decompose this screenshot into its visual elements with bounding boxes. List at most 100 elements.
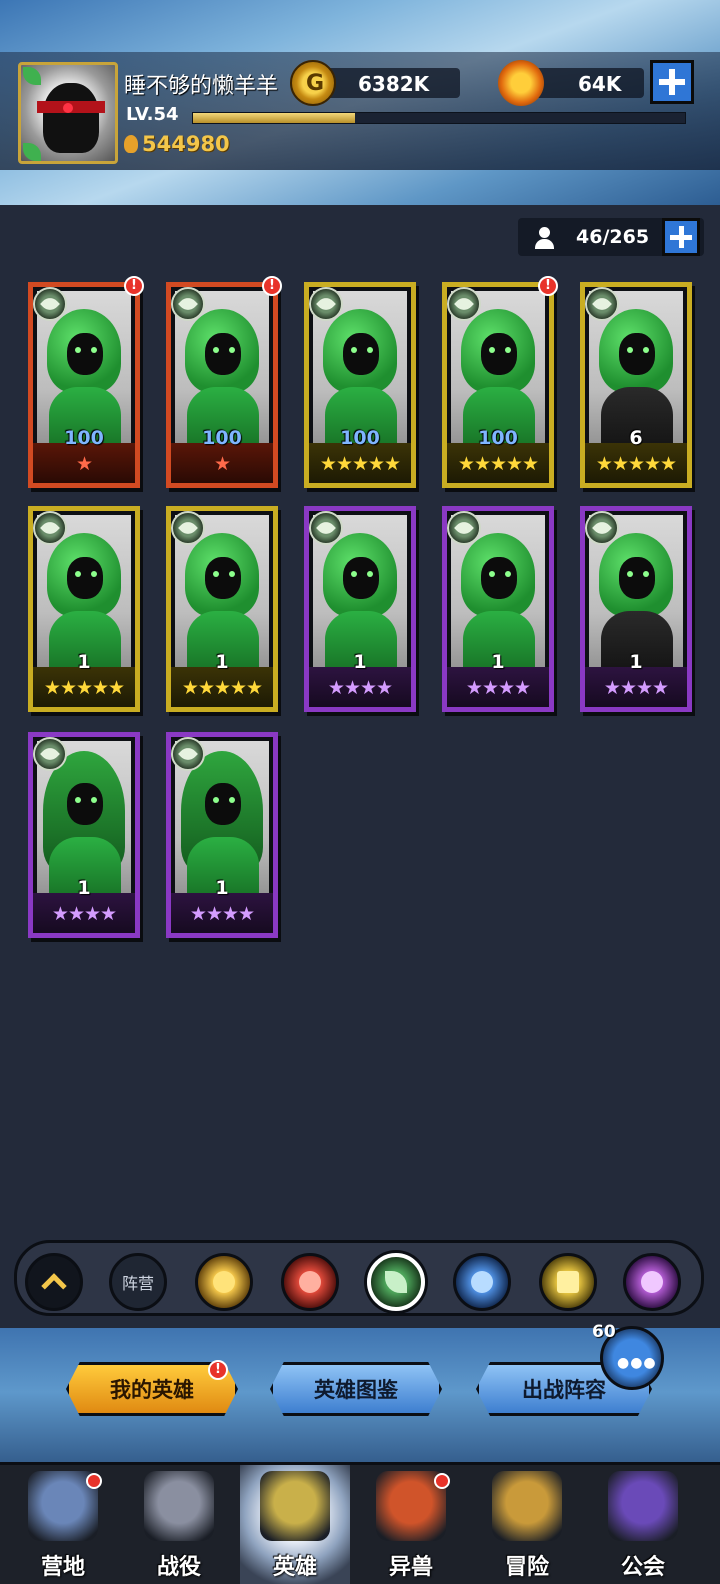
- formation-filter-button[interactable]: 阵营: [109, 1253, 167, 1311]
- filter-water[interactable]: [453, 1253, 511, 1311]
- filter-light[interactable]: [195, 1253, 253, 1311]
- hero-eye: [505, 347, 511, 353]
- cross-icon: [557, 1271, 579, 1293]
- hero-eye: [91, 797, 97, 803]
- nature-faction-icon: [171, 287, 205, 321]
- hero-eye: [213, 571, 219, 577]
- nav-label: 冒险: [504, 1555, 549, 1580]
- gold-value: 6382K: [358, 72, 430, 96]
- hero-eye: [75, 347, 81, 353]
- hero-eye: [643, 571, 649, 577]
- hero-stars: ★★★★: [327, 677, 393, 699]
- nav-item-camp[interactable]: 营地: [8, 1465, 118, 1584]
- hero-card[interactable]: 6 ★★★★★: [580, 282, 692, 488]
- hero-card[interactable]: 1 ★★★★: [28, 732, 140, 938]
- hero-face: [343, 333, 379, 375]
- hero-alert-badge: !: [124, 276, 144, 296]
- leaf-icon: [40, 744, 60, 764]
- leaf-icon: [454, 518, 474, 538]
- hero-face: [205, 783, 241, 825]
- avatar-face: [43, 83, 99, 153]
- hero-card[interactable]: 100 ★: [28, 282, 140, 488]
- player-avatar[interactable]: [18, 62, 118, 164]
- hero-level: 1: [353, 651, 367, 673]
- hero-card[interactable]: 1 ★★★★★: [28, 506, 140, 712]
- hero-card[interactable]: 1 ★★★★★: [166, 506, 278, 712]
- xp-bar-fill: [193, 113, 356, 123]
- gold-coin-icon: [290, 60, 336, 106]
- player-level: LV.54: [126, 104, 179, 125]
- person-head: [539, 227, 550, 238]
- nav-label: 营地: [40, 1555, 85, 1580]
- nav-label: 英雄: [272, 1555, 317, 1580]
- nature-faction-icon: [447, 511, 481, 545]
- combat-power: 544980: [124, 132, 230, 156]
- notification-dot: [434, 1473, 450, 1489]
- top-header: 睡不够的懒羊羊 LV.54 544980 6382K 64K: [0, 0, 720, 205]
- add-keys-button[interactable]: [650, 60, 694, 104]
- hero-eye: [91, 347, 97, 353]
- hero-codex-label: 英雄图鉴: [314, 1378, 398, 1402]
- person-body: [535, 239, 554, 249]
- hero-level: 100: [202, 427, 242, 449]
- hero-face: [619, 333, 655, 375]
- hero-eye: [91, 571, 97, 577]
- combat-power-value: 544980: [142, 132, 230, 156]
- hero-card[interactable]: 1 ★★★★: [166, 732, 278, 938]
- nav-item-hero[interactable]: 英雄: [240, 1465, 350, 1584]
- filter-shadow[interactable]: [623, 1253, 681, 1311]
- hero-eye: [351, 347, 357, 353]
- my-heroes-alert-badge: !: [208, 1360, 228, 1380]
- hero-eye: [643, 347, 649, 353]
- faction-filter-bar: 阵营: [14, 1240, 704, 1316]
- person-icon: [534, 227, 556, 249]
- hero-eye: [351, 571, 357, 577]
- hero-eye: [229, 797, 235, 803]
- nav-item-battle[interactable]: 战役: [124, 1465, 234, 1584]
- hero-alert-badge: !: [262, 276, 282, 296]
- hero-eye: [489, 347, 495, 353]
- hero-card[interactable]: 1 ★★★★: [442, 506, 554, 712]
- nav-item-guild[interactable]: 公会: [588, 1465, 698, 1584]
- hero-card[interactable]: 1 ★★★★: [580, 506, 692, 712]
- hero-eye: [367, 347, 373, 353]
- hero-level: 1: [629, 651, 643, 673]
- leaf-icon: [40, 518, 60, 538]
- chevron-up-icon: [41, 1273, 67, 1299]
- hero-codex-button[interactable]: 英雄图鉴: [270, 1362, 442, 1416]
- hero-eye: [505, 571, 511, 577]
- nav-item-adventure[interactable]: 冒险: [472, 1465, 582, 1584]
- hero-eye: [627, 347, 633, 353]
- filter-holy[interactable]: [539, 1253, 597, 1311]
- hero-card[interactable]: 100 ★: [166, 282, 278, 488]
- hero-eye: [229, 571, 235, 577]
- hero-eye: [229, 347, 235, 353]
- filter-nature[interactable]: [367, 1253, 425, 1311]
- nav-item-beast[interactable]: 异兽: [356, 1465, 466, 1584]
- nature-faction-icon: [33, 511, 67, 545]
- nature-faction-icon: [309, 511, 343, 545]
- adventure-icon: [492, 1471, 562, 1541]
- hero-eye: [489, 571, 495, 577]
- hero-stars: ★★★★: [603, 677, 669, 699]
- hero-card[interactable]: 100 ★★★★★: [304, 282, 416, 488]
- filter-fire[interactable]: [281, 1253, 339, 1311]
- roster-count-value: 46/265: [576, 226, 650, 248]
- hero-level: 1: [215, 877, 229, 899]
- shadow-icon: [641, 1271, 663, 1293]
- hero-level: 1: [77, 877, 91, 899]
- hero-card[interactable]: 1 ★★★★: [304, 506, 416, 712]
- expand-roster-button[interactable]: [662, 218, 700, 256]
- hero-card[interactable]: 100 ★★★★★: [442, 282, 554, 488]
- hero-level: 1: [491, 651, 505, 673]
- hero-level: 100: [478, 427, 518, 449]
- hero-eye: [75, 797, 81, 803]
- player-name: 睡不够的懒羊羊: [124, 74, 279, 99]
- collapse-filter-button[interactable]: [25, 1253, 83, 1311]
- hero-eye: [213, 797, 219, 803]
- hero-level: 1: [215, 651, 229, 673]
- key-icon: [498, 60, 544, 106]
- leaf-icon: [178, 294, 198, 314]
- hero-stars: ★★★★★: [595, 453, 677, 475]
- battle-icon: [144, 1471, 214, 1541]
